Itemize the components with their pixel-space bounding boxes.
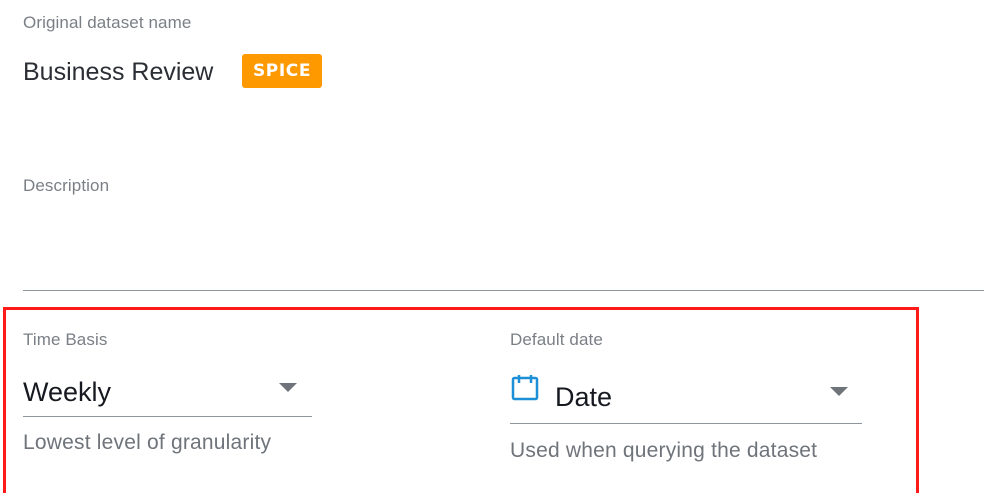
chevron-down-icon — [830, 387, 848, 396]
dataset-name: Business Review — [23, 58, 214, 86]
dataset-settings-panel: Original dataset name Business Review SP… — [0, 0, 984, 493]
default-date-select[interactable]: Date — [510, 371, 862, 424]
time-basis-helper-text: Lowest level of granularity — [23, 431, 272, 454]
chevron-down-icon — [279, 383, 297, 392]
description-input[interactable] — [23, 212, 984, 291]
spice-badge: SPICE — [242, 54, 322, 88]
time-basis-value: Weekly — [23, 377, 112, 407]
time-basis-select[interactable]: Weekly — [23, 368, 312, 417]
default-date-label: Default date — [510, 330, 603, 349]
default-date-value: Date — [555, 382, 613, 412]
description-label: Description — [23, 176, 110, 195]
calendar-icon — [511, 375, 539, 401]
time-basis-label: Time Basis — [23, 330, 108, 349]
default-date-helper-text: Used when querying the dataset — [510, 439, 818, 462]
original-dataset-name-label: Original dataset name — [23, 13, 192, 32]
